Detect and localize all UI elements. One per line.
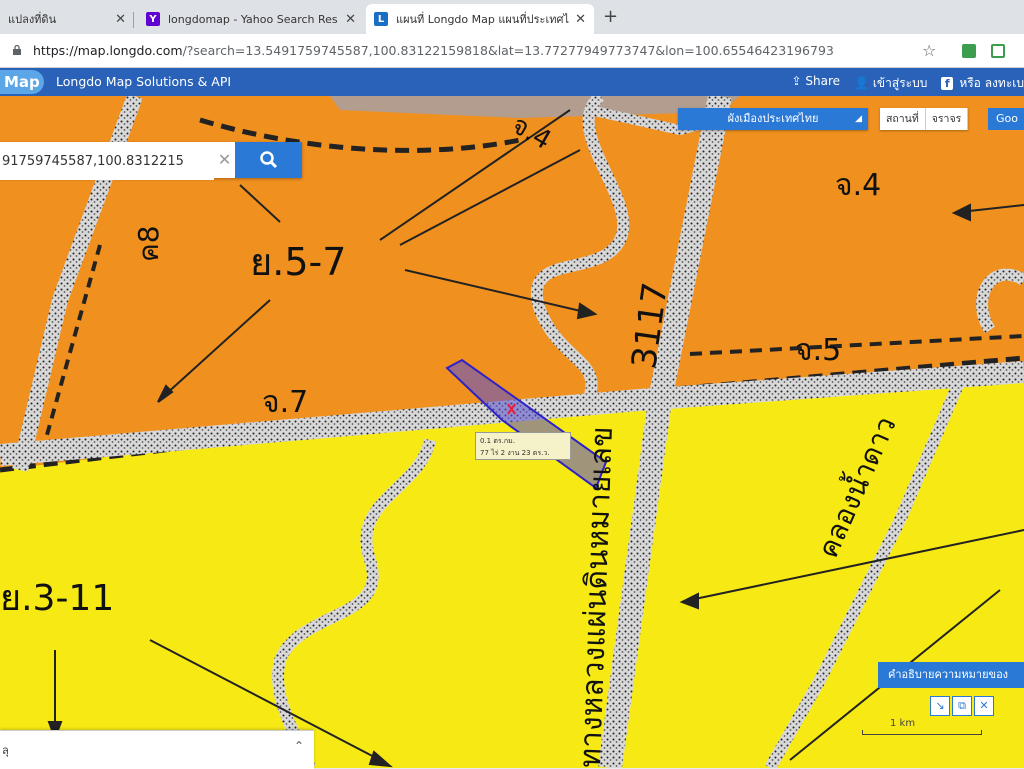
close-icon[interactable]: ✕: [575, 12, 586, 27]
login-label: เข้าสู่ระบบ: [872, 76, 928, 90]
search-button[interactable]: [235, 142, 302, 178]
tab-title: แปลงที่ดิน: [8, 13, 57, 26]
url-path: /?search=13.5491759745587,100.8312215981…: [182, 43, 834, 58]
new-tab-icon[interactable]: +: [603, 6, 618, 27]
register-label: หรือ ลงทะเบ: [959, 76, 1024, 90]
header-title[interactable]: Longdo Map Solutions & API: [56, 74, 231, 89]
draw-tools: ↘ ⧉ ✕: [930, 696, 994, 716]
expand-icon[interactable]: ⌃: [294, 739, 304, 753]
zone-tag: จ.7: [262, 385, 308, 420]
bookmark-star-icon[interactable]: ☆: [922, 41, 936, 60]
bottom-panel-label: ลุ: [2, 744, 9, 757]
legend-button[interactable]: คำอธิบายความหมายของ: [878, 662, 1024, 688]
close-icon[interactable]: ✕: [345, 12, 356, 27]
longdo-icon: L: [374, 12, 388, 26]
zone-tag: จ.4: [835, 168, 881, 203]
zone-label-north: ย.5-7: [250, 240, 346, 284]
zone-label-south: ย.3-11: [0, 578, 114, 619]
app-header: Map Longdo Map Solutions & API ⇪ Share 👤…: [0, 68, 1024, 96]
search-box: ✕: [0, 142, 302, 180]
browser-tab-active[interactable]: L แผนที่ Longdo Map แผนที่ประเทศไ ✕: [366, 4, 594, 34]
extension-icon[interactable]: [962, 44, 976, 58]
dropdown-caret-icon: ◢: [855, 114, 862, 124]
draw-line-icon[interactable]: ↘: [930, 696, 950, 716]
lock-icon: [13, 45, 21, 55]
scale-line: [862, 730, 982, 735]
browser-tab[interactable]: Y longdomap - Yahoo Search Res ✕: [138, 4, 364, 34]
edit-icon[interactable]: ⧉: [952, 696, 972, 716]
tab-divider: [133, 12, 134, 28]
browser-tab-strip: แปลงที่ดิน ✕ Y longdomap - Yahoo Search …: [0, 0, 1024, 34]
facebook-icon: f: [941, 77, 954, 90]
facebook-login[interactable]: f หรือ ลงทะเบ: [941, 74, 1024, 93]
tab-title: longdomap - Yahoo Search Res: [168, 12, 338, 26]
map-mode-buttons: สถานที่ จราจร: [880, 108, 969, 130]
layer-select[interactable]: ผังเมืองประเทศไทย ◢: [678, 108, 868, 130]
extension-icon[interactable]: [991, 44, 1005, 58]
mode-places-button[interactable]: สถานที่: [880, 108, 926, 130]
address-bar[interactable]: https://map.longdo.com/?search=13.549175…: [0, 34, 1024, 68]
yahoo-icon: Y: [146, 12, 160, 26]
browser-tab[interactable]: แปลงที่ดิน ✕: [0, 4, 134, 34]
header-links: ⇪ Share 👤 เข้าสู่ระบบ f หรือ ลงทะเบ: [792, 74, 1024, 93]
area-rai: 77 ไร่ 2 งาน 23 ตร.ว.: [480, 449, 550, 457]
area-tooltip: 0.1 ตร.กม. 77 ไร่ 2 งาน 23 ตร.ว.: [475, 432, 571, 460]
zone-tag: ค8: [132, 225, 165, 262]
layer-select-label: ผังเมืองประเทศไทย: [727, 112, 819, 125]
clear-icon[interactable]: ✕: [214, 142, 235, 178]
mode-traffic-button[interactable]: จราจร: [926, 108, 969, 130]
tab-title: แผนที่ Longdo Map แผนที่ประเทศไ: [396, 13, 569, 26]
zone-tag: จ.5: [795, 333, 841, 368]
login-link[interactable]: 👤 เข้าสู่ระบบ: [854, 74, 927, 93]
scale-label: 1 km: [890, 718, 916, 729]
bottom-panel[interactable]: ลุ ⌃: [0, 730, 314, 769]
share-label: Share: [805, 74, 841, 88]
share-link[interactable]: ⇪ Share: [792, 74, 841, 93]
longdo-logo[interactable]: Map: [0, 70, 44, 94]
search-icon: [259, 151, 277, 169]
area-sqkm: 0.1 ตร.กม.: [480, 437, 515, 445]
google-map-button[interactable]: Goo: [988, 108, 1024, 130]
search-input[interactable]: [0, 142, 215, 180]
url-text[interactable]: https://map.longdo.com/?search=13.549175…: [33, 43, 834, 58]
clear-drawing-icon[interactable]: ✕: [974, 696, 994, 716]
close-icon[interactable]: ✕: [115, 12, 126, 27]
url-host: https://map.longdo.com: [33, 43, 183, 58]
